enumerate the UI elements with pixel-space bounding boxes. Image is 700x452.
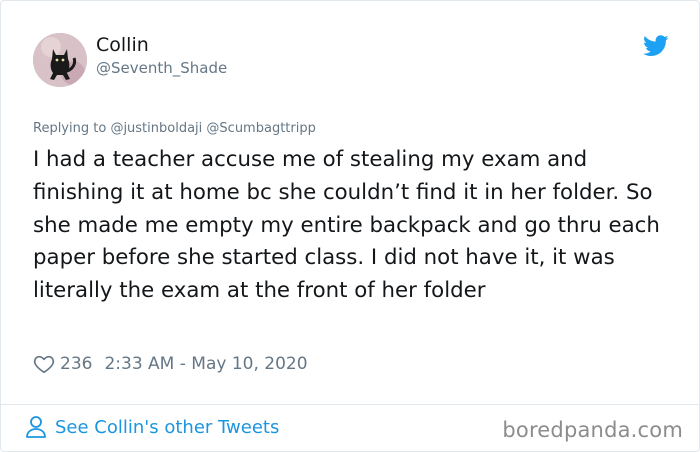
twitter-bird-icon[interactable]: [643, 35, 669, 57]
see-other-tweets-label[interactable]: See Collin's other Tweets: [55, 417, 279, 438]
user-handle[interactable]: @Seventh_Shade: [96, 59, 227, 77]
reply-prefix: Replying to: [33, 121, 107, 136]
like-button[interactable]: 236: [33, 353, 104, 375]
like-count: 236: [60, 354, 93, 374]
see-other-tweets-link[interactable]: See Collin's other Tweets: [25, 415, 279, 439]
reply-context: Replying to @justinboldaji @Scumbagttrip…: [33, 121, 316, 136]
tweet-text: I had a teacher accuse me of stealing my…: [33, 147, 660, 304]
person-icon: [26, 416, 46, 438]
tweet-meta: 236 2:33 AM - May 10, 2020: [33, 350, 308, 378]
user-name[interactable]: Collin: [96, 34, 149, 56]
mention-link[interactable]: @Scumbagttripp: [206, 121, 315, 136]
divider: [1, 404, 699, 405]
timestamp[interactable]: 2:33 AM - May 10, 2020: [104, 354, 307, 374]
watermark: boredpanda.com: [502, 418, 683, 442]
avatar[interactable]: [33, 33, 87, 87]
mention-link[interactable]: @justinboldaji: [110, 121, 202, 136]
heart-icon[interactable]: [33, 353, 55, 375]
tweet-card: Collin @Seventh_Shade Replying to @justi…: [0, 0, 700, 452]
avatar-image: [33, 33, 87, 87]
